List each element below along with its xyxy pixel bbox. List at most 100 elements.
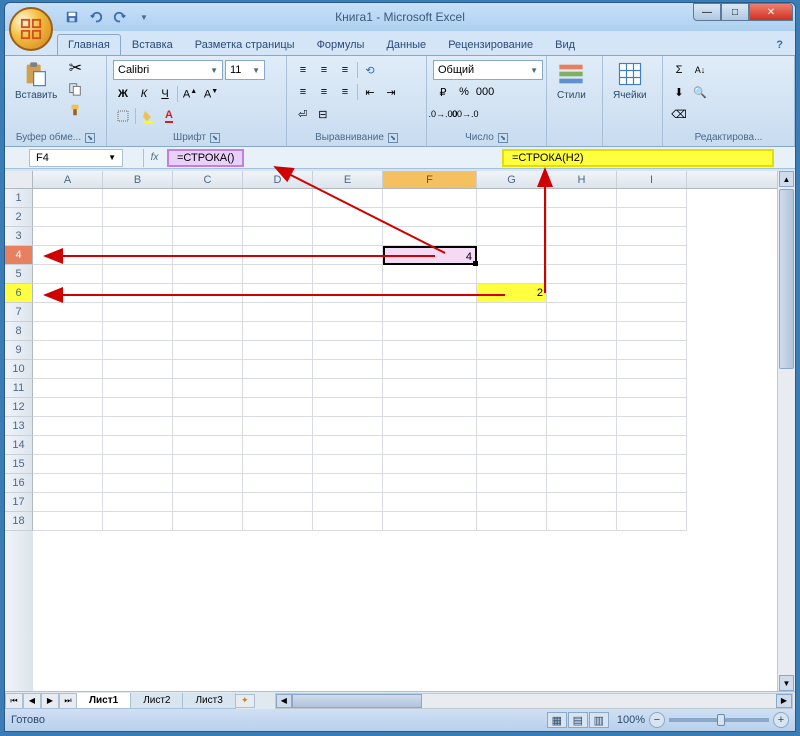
sort-filter-button[interactable]: A↓ [690, 60, 710, 80]
font-family-combo[interactable]: Calibri▼ [113, 60, 223, 80]
align-bottom-button[interactable]: ≡ [335, 60, 355, 80]
alignment-launcher[interactable]: ⬊ [388, 133, 398, 143]
normal-view-button[interactable]: ▦ [547, 712, 567, 728]
prev-sheet-button[interactable]: ◀ [23, 693, 41, 709]
styles-button[interactable]: Стили [551, 58, 592, 103]
col-header-g[interactable]: G [477, 171, 547, 188]
insert-function-button[interactable]: fx [143, 149, 165, 167]
tab-formulas[interactable]: Формулы [306, 34, 376, 55]
row-header-13[interactable]: 13 [5, 417, 33, 436]
page-layout-view-button[interactable]: ▤ [568, 712, 588, 728]
row-header-9[interactable]: 9 [5, 341, 33, 360]
clipboard-launcher[interactable]: ⬊ [85, 133, 95, 143]
cell-f4[interactable]: 4 [383, 246, 477, 265]
col-header-c[interactable]: C [173, 171, 243, 188]
maximize-button[interactable]: □ [721, 3, 749, 21]
tab-home[interactable]: Главная [57, 34, 121, 55]
col-header-h[interactable]: H [547, 171, 617, 188]
name-box[interactable]: F4▼ [29, 149, 123, 167]
comma-button[interactable]: 000 [475, 82, 495, 102]
cells-area[interactable]: 4 2 [33, 189, 777, 691]
col-header-f[interactable]: F [383, 171, 477, 188]
number-format-combo[interactable]: Общий▼ [433, 60, 543, 80]
sheet-tab-3[interactable]: Лист3 [182, 693, 235, 709]
find-button[interactable]: 🔍 [690, 82, 710, 102]
row-header-16[interactable]: 16 [5, 474, 33, 493]
row-header-18[interactable]: 18 [5, 512, 33, 531]
row-header-17[interactable]: 17 [5, 493, 33, 512]
next-sheet-button[interactable]: ▶ [41, 693, 59, 709]
bold-button[interactable]: Ж [113, 84, 133, 104]
tab-data[interactable]: Данные [375, 34, 437, 55]
row-header-12[interactable]: 12 [5, 398, 33, 417]
minimize-button[interactable]: — [693, 3, 721, 21]
paste-button[interactable]: Вставить [9, 58, 63, 103]
qat-customize[interactable]: ▼ [133, 6, 155, 28]
increase-indent-button[interactable]: ⇥ [381, 82, 401, 102]
font-launcher[interactable]: ⬊ [210, 133, 220, 143]
cut-button[interactable]: ✂ [65, 58, 85, 78]
scroll-left-button[interactable]: ◀ [276, 694, 292, 708]
scroll-down-button[interactable]: ▼ [779, 675, 794, 691]
sheet-tab-1[interactable]: Лист1 [76, 693, 131, 709]
clear-button[interactable]: ⌫ [669, 104, 689, 124]
currency-button[interactable]: ₽ [433, 82, 453, 102]
page-break-view-button[interactable]: ▥ [589, 712, 609, 728]
autosum-button[interactable]: Σ [669, 60, 689, 80]
redo-button[interactable] [109, 6, 131, 28]
row-header-7[interactable]: 7 [5, 303, 33, 322]
row-header-6[interactable]: 6 [5, 284, 33, 303]
zoom-out-button[interactable]: − [649, 712, 665, 728]
grow-font-button[interactable]: A▲ [180, 84, 200, 104]
copy-button[interactable] [65, 79, 85, 99]
col-header-a[interactable]: A [33, 171, 103, 188]
row-header-15[interactable]: 15 [5, 455, 33, 474]
tab-insert[interactable]: Вставка [121, 34, 184, 55]
select-all-corner[interactable] [5, 171, 33, 189]
sheet-tab-2[interactable]: Лист2 [130, 693, 183, 709]
zoom-slider-knob[interactable] [717, 714, 725, 726]
scroll-right-button[interactable]: ▶ [776, 694, 792, 708]
row-header-11[interactable]: 11 [5, 379, 33, 398]
vertical-scrollbar[interactable]: ▲ ▼ [777, 171, 795, 691]
merge-center-button[interactable]: ⊟ [313, 104, 332, 124]
number-launcher[interactable]: ⬊ [498, 133, 508, 143]
first-sheet-button[interactable]: ⏮ [5, 693, 23, 709]
italic-button[interactable]: К [134, 84, 154, 104]
tab-review[interactable]: Рецензирование [437, 34, 544, 55]
hscroll-thumb[interactable] [292, 694, 422, 708]
format-painter-button[interactable] [65, 100, 85, 120]
row-header-1[interactable]: 1 [5, 189, 33, 208]
underline-button[interactable]: Ч [155, 84, 175, 104]
row-header-8[interactable]: 8 [5, 322, 33, 341]
col-header-e[interactable]: E [313, 171, 383, 188]
tab-view[interactable]: Вид [544, 34, 586, 55]
percent-button[interactable]: % [454, 82, 474, 102]
new-sheet-button[interactable]: ✦ [235, 694, 255, 708]
cells-button[interactable]: Ячейки [607, 58, 653, 103]
border-button[interactable] [113, 106, 133, 126]
scroll-up-button[interactable]: ▲ [779, 171, 794, 187]
decrease-indent-button[interactable]: ⇤ [360, 82, 380, 102]
row-header-10[interactable]: 10 [5, 360, 33, 379]
orientation-button[interactable]: ⟲ [360, 60, 380, 80]
col-header-b[interactable]: B [103, 171, 173, 188]
row-header-14[interactable]: 14 [5, 436, 33, 455]
vscroll-thumb[interactable] [779, 189, 794, 369]
row-header-3[interactable]: 3 [5, 227, 33, 246]
align-left-button[interactable]: ≡ [293, 82, 313, 102]
wrap-text-button[interactable]: ⏎ [293, 104, 312, 124]
align-top-button[interactable]: ≡ [293, 60, 313, 80]
close-button[interactable]: ✕ [749, 3, 793, 21]
office-button[interactable] [9, 7, 53, 51]
fill-color-button[interactable] [138, 106, 158, 126]
font-size-combo[interactable]: 11▼ [225, 60, 265, 80]
horizontal-scrollbar[interactable]: ◀ ▶ [275, 693, 793, 709]
col-header-i[interactable]: I [617, 171, 687, 188]
last-sheet-button[interactable]: ⏭ [59, 693, 77, 709]
cell-g6[interactable]: 2 [477, 284, 547, 303]
align-center-button[interactable]: ≡ [314, 82, 334, 102]
tab-page-layout[interactable]: Разметка страницы [184, 34, 306, 55]
decrease-decimal-button[interactable]: .00→.0 [454, 104, 474, 124]
zoom-slider[interactable] [669, 718, 769, 722]
